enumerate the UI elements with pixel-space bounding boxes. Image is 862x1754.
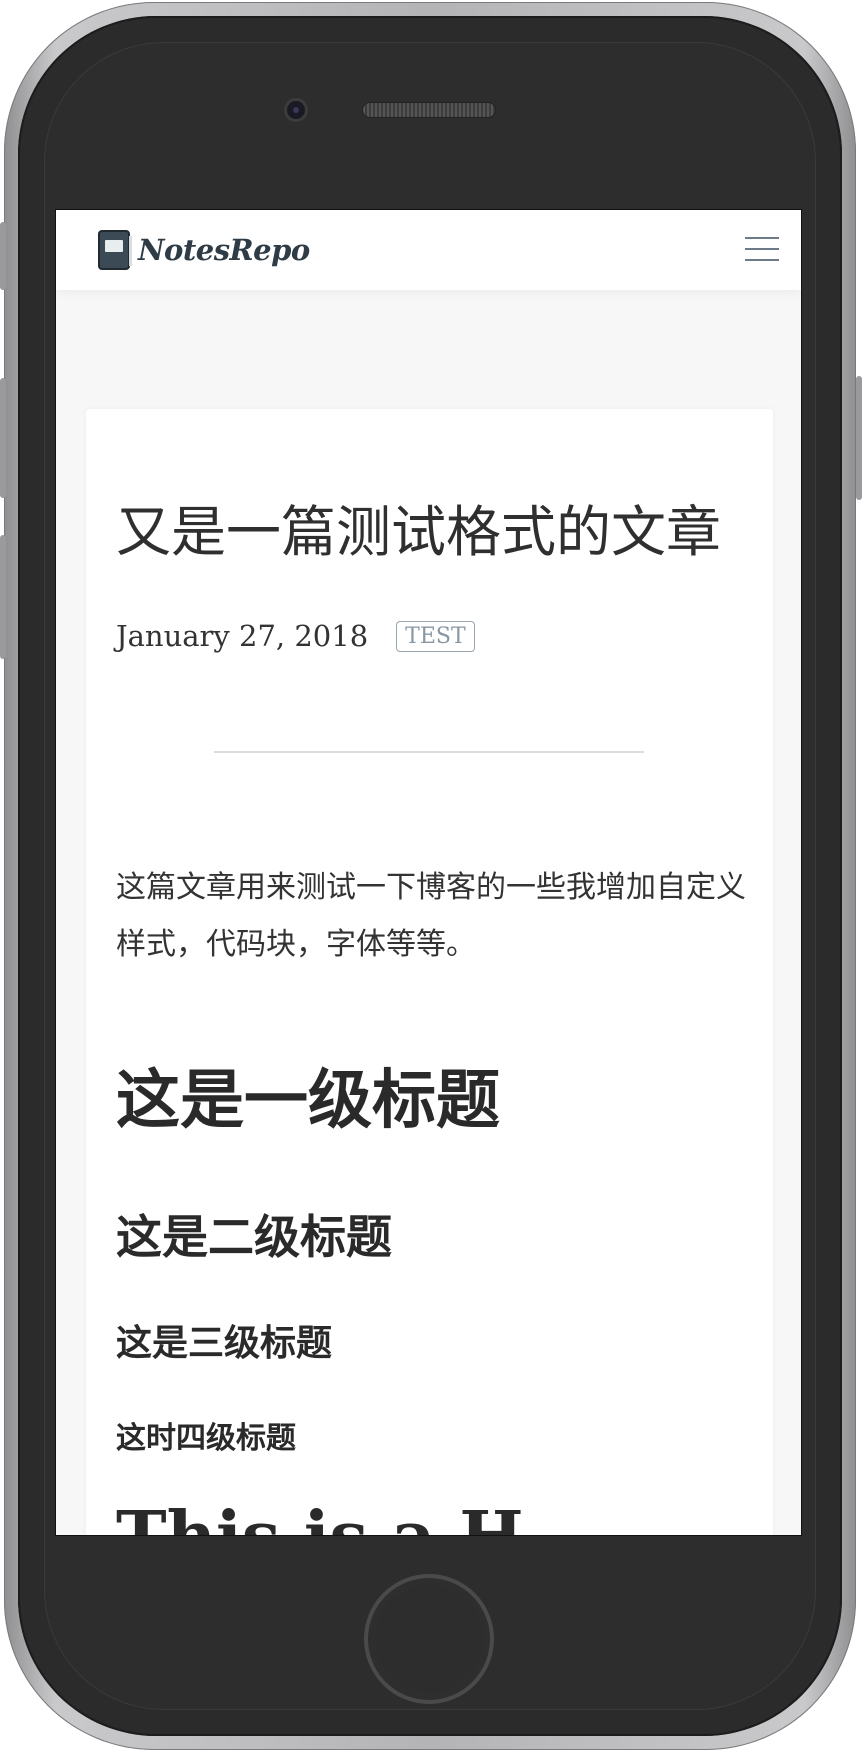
- post-card: 又是一篇测试格式的文章 January 27, 2018 TEST 这篇文章用来…: [86, 409, 773, 1535]
- heading-level-3: 这是三级标题: [116, 1323, 333, 1364]
- post-title: 又是一篇测试格式的文章: [116, 500, 722, 564]
- post-meta: January 27, 2018 TEST: [116, 619, 475, 653]
- heading-level-2: 这是二级标题: [116, 1210, 392, 1264]
- front-camera: [284, 98, 308, 122]
- home-button[interactable]: [364, 1574, 494, 1704]
- heading-level-4: 这时四级标题: [116, 1421, 296, 1456]
- hamburger-menu-icon[interactable]: [745, 234, 779, 264]
- post-date: January 27, 2018: [116, 619, 369, 653]
- notebook-icon: [98, 230, 132, 270]
- menu-line: [745, 259, 779, 261]
- heading-english: This is a H: [116, 1497, 524, 1535]
- earpiece-speaker: [362, 102, 496, 118]
- heading-level-1: 这是一级标题: [116, 1064, 500, 1138]
- phone-screen: NotesRepo 又是一篇测试格式的文章 January 27, 2018 T…: [55, 209, 802, 1536]
- brand-name: NotesRepo: [138, 233, 310, 267]
- menu-line: [745, 248, 779, 250]
- power-button: [856, 376, 862, 500]
- divider: [214, 751, 644, 753]
- brand-logo-link[interactable]: NotesRepo: [98, 228, 310, 272]
- post-intro-paragraph: 这篇文章用来测试一下博客的一些我增加自定义样式，代码块，字体等等。: [116, 870, 746, 962]
- navbar: NotesRepo: [56, 210, 801, 290]
- tag-badge[interactable]: TEST: [396, 620, 475, 652]
- menu-line: [745, 237, 779, 239]
